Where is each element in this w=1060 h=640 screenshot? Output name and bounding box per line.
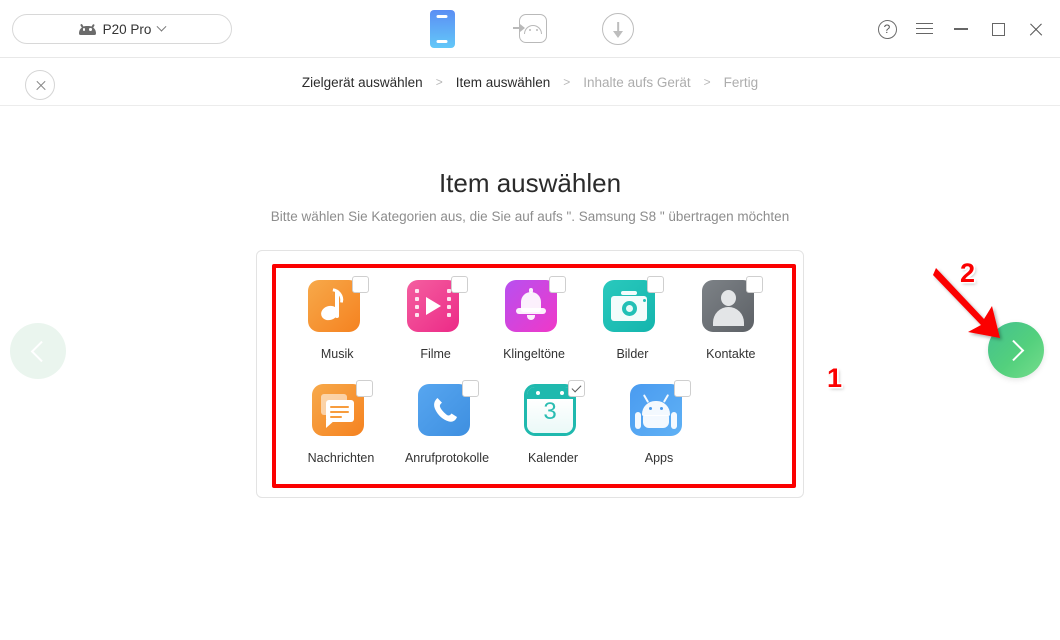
category-item-apps[interactable]: Apps [606,380,712,465]
breadcrumb-step-1[interactable]: Zielgerät auswählen [302,75,423,90]
close-button[interactable] [1024,18,1046,40]
breadcrumb-separator: > [563,75,571,89]
breadcrumb-separator: > [703,75,711,89]
help-icon: ? [877,19,897,39]
category-label: Kalender [527,451,579,465]
category-checkbox-apps[interactable] [674,380,691,397]
device-name: P20 Pro [102,21,152,37]
category-item-filme[interactable]: Filme [386,276,484,361]
calendar-day: 3 [543,398,557,425]
download-circle-icon [602,13,634,45]
category-item-bilder[interactable]: Bilder [583,276,681,361]
previous-button[interactable] [10,323,66,379]
category-label: Kontakte [706,347,756,361]
breadcrumb-step-2[interactable]: Item auswählen [456,75,551,90]
window-controls: ? [876,0,1046,58]
category-checkbox-kalender[interactable] [568,380,585,397]
breadcrumb: Zielgerät auswählen > Item auswählen > I… [0,58,1060,106]
phone-icon [429,10,455,48]
category-checkbox-anrufprotokolle[interactable] [462,380,479,397]
android-restore-tool[interactable] [508,7,552,51]
breadcrumb-separator: > [435,75,443,89]
category-label: Apps [644,451,674,465]
phone-transfer-tool[interactable] [420,7,464,51]
minimize-button[interactable] [950,18,972,40]
category-item-nachrichten[interactable]: Nachrichten [288,380,394,465]
android-head-icon [78,23,96,35]
category-checkbox-musik[interactable] [352,276,370,293]
category-item-kalender[interactable]: 3 Kalender [500,380,606,465]
menu-button[interactable] [913,18,935,40]
category-grid: Musik Filme Klingeltöne Bilder Kontakte … [272,264,796,488]
check-icon [571,382,582,393]
category-item-anrufprotokolle[interactable]: Anrufprotokolle [394,380,500,465]
category-checkbox-filme[interactable] [450,276,468,293]
category-checkbox-klingeltoene[interactable] [549,276,567,293]
close-icon [1028,22,1043,37]
maximize-button[interactable] [987,18,1009,40]
category-label: Musik [320,347,354,361]
category-checkbox-nachrichten[interactable] [356,380,373,397]
device-selector[interactable]: P20 Pro [12,14,232,44]
phone-handset-glyph [434,398,457,422]
annotation-marker-1: 1 [827,363,843,393]
category-label: Filme [420,347,451,361]
category-row-2: Nachrichten Anrufprotokolle 3 Kalender A… [288,380,780,465]
page-subtitle: Bitte wählen Sie Kategorien aus, die Sie… [270,209,790,224]
maximize-icon [991,22,1005,36]
category-checkbox-bilder[interactable] [647,276,665,293]
annotation-arrow-icon [933,268,1000,338]
chevron-down-icon [156,21,167,32]
hamburger-icon [915,23,933,35]
page-title: Item auswählen [438,168,622,198]
category-row-1: Musik Filme Klingeltöne Bilder Kontakte [288,276,780,361]
category-item-kontakte[interactable]: Kontakte [682,276,780,361]
breadcrumb-step-4[interactable]: Fertig [724,75,759,90]
download-tool[interactable] [596,7,640,51]
category-label: Anrufprotokolle [404,451,490,465]
android-transfer-icon [513,14,547,44]
help-button[interactable]: ? [876,18,898,40]
breadcrumb-step-3[interactable]: Inhalte aufs Gerät [583,75,690,90]
category-label: Nachrichten [307,451,375,465]
category-label: Klingeltöne [503,347,565,361]
category-label: Bilder [616,347,649,361]
category-item-klingeltoene[interactable]: Klingeltöne [485,276,583,361]
chevron-left-icon [30,340,52,362]
minimize-icon [954,28,968,30]
category-item-musik[interactable]: Musik [288,276,386,361]
category-checkbox-kontakte[interactable] [745,276,763,293]
